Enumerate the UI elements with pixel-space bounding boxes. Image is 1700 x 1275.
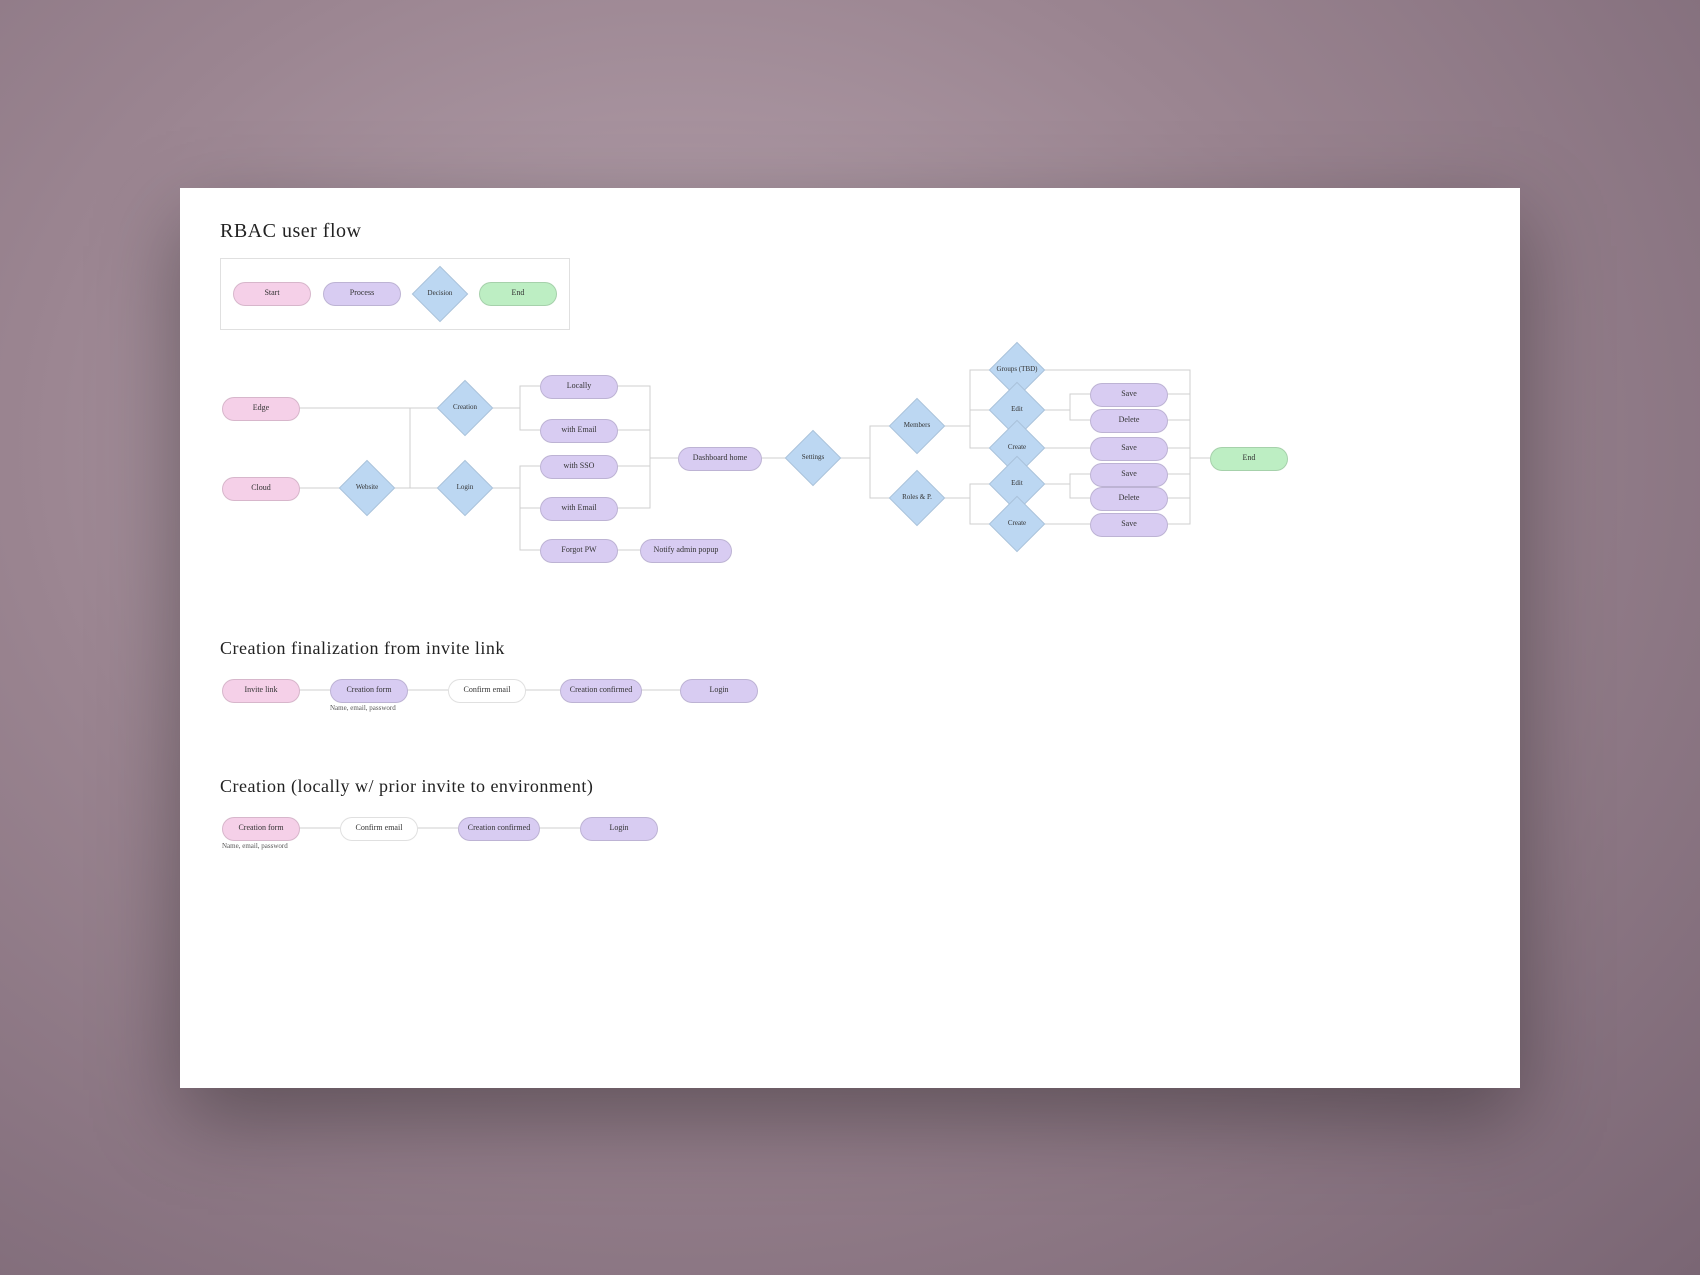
section2-title: Creation finalization from invite link xyxy=(220,638,505,659)
s3-creation-form-sub: Name, email, password xyxy=(222,842,288,850)
node-delete-2[interactable]: Delete xyxy=(1090,487,1168,511)
s3-creation-form[interactable]: Creation form xyxy=(222,817,300,841)
s3-login[interactable]: Login xyxy=(580,817,658,841)
node-settings[interactable]: Settings xyxy=(786,431,840,485)
s3-confirm-email[interactable]: Confirm email xyxy=(340,817,418,841)
legend-end: End xyxy=(479,282,557,306)
node-create-roles[interactable]: Create xyxy=(990,497,1044,551)
node-members[interactable]: Members xyxy=(890,399,944,453)
node-save-4[interactable]: Save xyxy=(1090,513,1168,537)
s2-creation-form-sub: Name, email, password xyxy=(330,704,396,712)
node-save-1[interactable]: Save xyxy=(1090,383,1168,407)
s2-invite-link[interactable]: Invite link xyxy=(222,679,300,703)
node-notify-admin[interactable]: Notify admin popup xyxy=(640,539,732,563)
legend: Start Process Decision End xyxy=(220,258,570,330)
node-with-sso[interactable]: with SSO xyxy=(540,455,618,479)
main-title: RBAC user flow xyxy=(220,220,361,243)
node-cloud[interactable]: Cloud xyxy=(222,477,300,501)
s2-login[interactable]: Login xyxy=(680,679,758,703)
s3-creation-confirmed[interactable]: Creation confirmed xyxy=(458,817,540,841)
node-forgot-pw[interactable]: Forgot PW xyxy=(540,539,618,563)
node-website[interactable]: Website xyxy=(340,461,394,515)
node-with-email-login[interactable]: with Email xyxy=(540,497,618,521)
legend-process: Process xyxy=(323,282,401,306)
legend-decision: Decision xyxy=(413,267,467,321)
node-dashboard[interactable]: Dashboard home xyxy=(678,447,762,471)
section3-title: Creation (locally w/ prior invite to env… xyxy=(220,776,593,797)
s2-creation-confirmed[interactable]: Creation confirmed xyxy=(560,679,642,703)
node-edge[interactable]: Edge xyxy=(222,397,300,421)
node-locally[interactable]: Locally xyxy=(540,375,618,399)
node-save-3[interactable]: Save xyxy=(1090,463,1168,487)
node-roles[interactable]: Roles & P. xyxy=(890,471,944,525)
node-save-2[interactable]: Save xyxy=(1090,437,1168,461)
node-creation[interactable]: Creation xyxy=(438,381,492,435)
s2-confirm-email[interactable]: Confirm email xyxy=(448,679,526,703)
legend-start: Start xyxy=(233,282,311,306)
s2-creation-form[interactable]: Creation form xyxy=(330,679,408,703)
node-login[interactable]: Login xyxy=(438,461,492,515)
node-delete-1[interactable]: Delete xyxy=(1090,409,1168,433)
diagram-canvas[interactable]: RBAC user flow Start Process Decision En… xyxy=(180,188,1520,1088)
node-end[interactable]: End xyxy=(1210,447,1288,471)
node-with-email-creation[interactable]: with Email xyxy=(540,419,618,443)
